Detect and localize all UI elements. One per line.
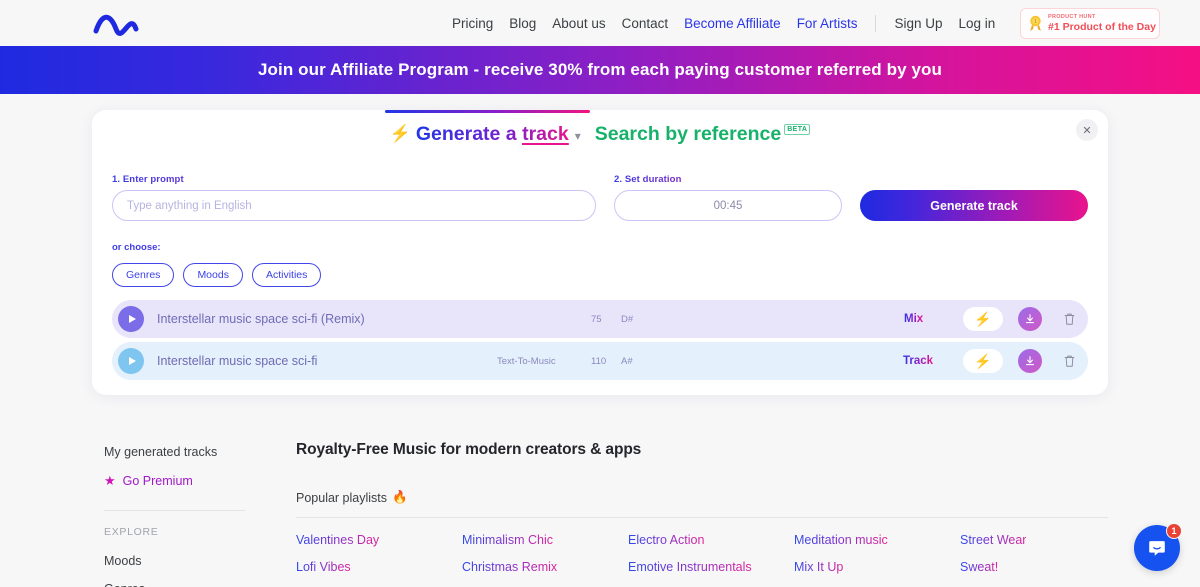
track-type-tag: Track	[903, 355, 934, 367]
chip-moods[interactable]: Moods	[183, 263, 243, 287]
nav-link-become-affiliate[interactable]: Become Affiliate	[684, 16, 781, 31]
star-icon: ★	[104, 473, 116, 488]
playlist-link[interactable]: Mix It Up	[794, 560, 843, 574]
lightning-bolt-icon[interactable]: ⚡	[963, 349, 1003, 373]
affiliate-banner-text: Join our Affiliate Program - receive 30%…	[258, 60, 942, 79]
product-hunt-text: PRODUCT HUNT #1 Product of the Day	[1048, 13, 1156, 33]
playlist-column: Minimalism Chic Christmas Remix Corporat…	[462, 533, 628, 587]
table-row[interactable]: Interstellar music space sci-fi (Remix) …	[112, 300, 1088, 338]
playlist-link[interactable]: Meditation music	[794, 533, 888, 547]
svg-text:1: 1	[1034, 19, 1037, 25]
nav-link-for-artists[interactable]: For Artists	[797, 16, 858, 31]
duration-label: 2. Set duration	[614, 174, 842, 185]
chip-genres[interactable]: Genres	[112, 263, 175, 287]
affiliate-banner[interactable]: Join our Affiliate Program - receive 30%…	[0, 46, 1200, 94]
lightning-bolt-icon: ⚡	[389, 123, 411, 143]
sidebar-item-genres[interactable]: Genres	[104, 582, 264, 587]
playlist-column: Valentines Day Lofi Vibes Turn Up The Ba…	[296, 533, 462, 587]
track-type-tag: Mix	[904, 313, 924, 325]
sidebar-item-go-premium[interactable]: ★ Go Premium	[104, 473, 264, 489]
track-source: Text-To-Music	[497, 355, 556, 367]
or-choose-label: or choose:	[112, 242, 1088, 253]
track-title: Interstellar music space sci-fi (Remix)	[157, 312, 365, 326]
track-bpm: 75	[591, 313, 602, 325]
download-icon[interactable]	[1018, 349, 1042, 373]
top-navbar: Pricing Blog About us Contact Become Aff…	[0, 0, 1200, 46]
product-hunt-badge[interactable]: 1 PRODUCT HUNT #1 Product of the Day	[1020, 8, 1160, 39]
close-icon[interactable]: ✕	[1076, 119, 1098, 141]
lightning-bolt-icon[interactable]: ⚡	[963, 307, 1003, 331]
nav-link-contact[interactable]: Contact	[622, 16, 669, 31]
playlist-link[interactable]: Lofi Vibes	[296, 560, 351, 574]
popular-playlists-heading: Popular playlists 🔥	[296, 490, 1126, 505]
category-chips: Genres Moods Activities	[112, 263, 1088, 287]
generate-form: 1. Enter prompt 2. Set duration Generate…	[112, 174, 1088, 287]
nav-links: Pricing Blog About us Contact Become Aff…	[452, 0, 995, 46]
nav-divider	[875, 14, 877, 32]
wave-logo-icon[interactable]	[92, 9, 152, 37]
prompt-label: 1. Enter prompt	[112, 174, 596, 185]
playlist-column: Street Wear Sweat! Thoughtful Guitars	[960, 533, 1126, 587]
play-icon[interactable]	[118, 306, 144, 332]
chevron-down-icon[interactable]: ▾	[575, 129, 581, 143]
track-key: D#	[621, 313, 634, 325]
left-sidebar: My generated tracks ★ Go Premium EXPLORE…	[104, 445, 264, 587]
medal-icon: 1	[1028, 15, 1043, 32]
tab-generate-a-track[interactable]: ⚡ Generate a track ▾	[390, 123, 581, 146]
nav-link-about-us[interactable]: About us	[552, 16, 605, 31]
download-icon[interactable]	[1018, 307, 1042, 331]
chat-bubble-icon	[1149, 541, 1165, 556]
card-tabbar: ⚡ Generate a track ▾ Search by reference…	[92, 110, 1108, 158]
sidebar-item-moods[interactable]: Moods	[104, 554, 264, 568]
tab-generate-label: Generate a track	[415, 122, 569, 145]
playlist-link[interactable]: Christmas Remix	[462, 560, 557, 574]
main-divider	[296, 517, 1108, 518]
playlist-link[interactable]: Valentines Day	[296, 533, 379, 547]
playlist-link[interactable]: Emotive Instrumentals	[628, 560, 752, 574]
beta-badge: BETA	[784, 123, 811, 135]
prompt-input[interactable]	[112, 190, 596, 221]
chip-activities[interactable]: Activities	[251, 263, 322, 287]
intercom-launcher-button[interactable]: 1	[1134, 523, 1182, 571]
sidebar-item-label: Go Premium	[122, 474, 193, 488]
sidebar-divider	[104, 510, 245, 511]
trash-icon[interactable]	[1059, 350, 1079, 372]
page-title: Royalty-Free Music for modern creators &…	[296, 441, 642, 458]
duration-field-group: 2. Set duration	[614, 174, 842, 221]
generate-track-card: ⚡ Generate a track ▾ Search by reference…	[92, 110, 1108, 395]
prompt-field-group: 1. Enter prompt	[112, 174, 596, 221]
track-list: Interstellar music space sci-fi (Remix) …	[112, 300, 1088, 384]
sidebar-section-explore: EXPLORE	[104, 526, 159, 538]
generate-track-button[interactable]: Generate track	[860, 190, 1088, 221]
trash-icon[interactable]	[1059, 308, 1079, 330]
play-icon[interactable]	[118, 348, 144, 374]
product-hunt-title: #1 Product of the Day	[1048, 21, 1156, 33]
nav-link-blog[interactable]: Blog	[509, 16, 536, 31]
page-root: Pricing Blog About us Contact Become Aff…	[0, 0, 1200, 587]
nav-link-sign-up[interactable]: Sign Up	[894, 16, 942, 31]
track-key: A#	[621, 355, 633, 367]
playlist-link[interactable]: Sweat!	[960, 560, 998, 574]
table-row[interactable]: Interstellar music space sci-fi Text-To-…	[112, 342, 1088, 380]
track-bpm: 110	[591, 355, 607, 367]
playlist-column: Electro Action Emotive Instrumentals Exp…	[628, 533, 794, 587]
popular-playlists-label: Popular playlists	[296, 490, 388, 505]
playlist-link[interactable]: Electro Action	[628, 533, 704, 547]
sidebar-item-my-generated-tracks[interactable]: My generated tracks	[104, 445, 264, 459]
duration-input[interactable]	[614, 190, 842, 221]
playlist-link[interactable]: Minimalism Chic	[462, 533, 553, 547]
unread-count-badge: 1	[1166, 523, 1182, 539]
product-hunt-kicker: PRODUCT HUNT	[1048, 13, 1096, 20]
nav-link-pricing[interactable]: Pricing	[452, 16, 493, 31]
fire-icon: 🔥	[392, 490, 408, 504]
playlist-link[interactable]: Street Wear	[960, 533, 1026, 547]
form-row: 1. Enter prompt 2. Set duration Generate…	[112, 174, 1088, 221]
tab-search-label: Search by reference	[594, 122, 782, 145]
nav-link-log-in[interactable]: Log in	[958, 16, 995, 31]
track-title: Interstellar music space sci-fi	[157, 354, 318, 368]
playlist-columns: Valentines Day Lofi Vibes Turn Up The Ba…	[296, 533, 1126, 587]
tab-search-by-reference[interactable]: Search by reference BETA	[595, 123, 811, 146]
main-content: Royalty-Free Music for modern creators &…	[296, 441, 1126, 587]
playlist-column: Meditation music Mix It Up NFT Inspirati…	[794, 533, 960, 587]
